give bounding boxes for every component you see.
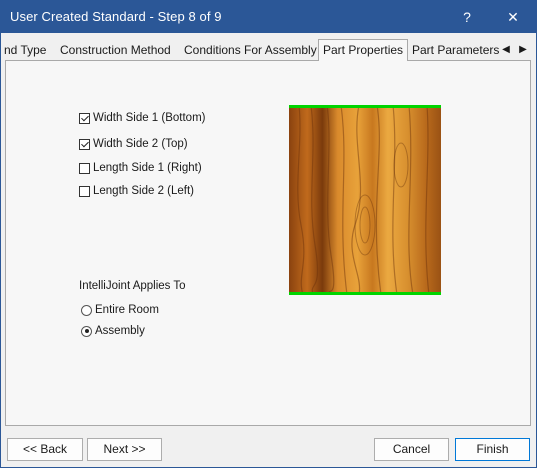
close-button[interactable]: ✕ (490, 1, 536, 33)
radio-circle[interactable] (81, 304, 92, 316)
radio-assembly[interactable]: Assembly (81, 323, 145, 339)
edge-highlight-top (289, 105, 441, 108)
tab-strip: nd Type Construction Method Conditions F… (0, 39, 536, 61)
checkbox-label: Width Side 1 (Bottom) (93, 112, 206, 124)
checkbox-box[interactable] (79, 162, 90, 174)
next-button[interactable]: Next >> (87, 438, 162, 461)
radio-entire-room[interactable]: Entire Room (81, 302, 159, 318)
checkbox-box[interactable] (79, 185, 90, 197)
checkbox-box[interactable] (79, 112, 90, 124)
tab-part-parameters[interactable]: Part Parameters (408, 41, 503, 60)
tab-end-type[interactable]: nd Type (0, 41, 50, 60)
part-preview (289, 105, 441, 295)
tab-scroll-right-icon[interactable]: ▶ (515, 41, 531, 58)
checkbox-label: Length Side 1 (Right) (93, 162, 202, 174)
checkbox-box[interactable] (79, 138, 90, 150)
edge-checkbox-width-bottom[interactable]: Width Side 1 (Bottom) (79, 110, 205, 126)
intellijoint-label: IntelliJoint Applies To (79, 280, 186, 292)
help-button[interactable]: ? (444, 1, 490, 33)
tab-construction-method[interactable]: Construction Method (56, 41, 175, 60)
cancel-button[interactable]: Cancel (374, 438, 449, 461)
title-bar: User Created Standard - Step 8 of 9 ? ✕ (1, 1, 536, 33)
radio-label: Assembly (95, 325, 145, 337)
edge-checkbox-length-right[interactable]: Length Side 1 (Right) (79, 160, 202, 176)
tab-scroll-left-icon[interactable]: ◀ (498, 41, 514, 58)
window-title: User Created Standard - Step 8 of 9 (10, 9, 222, 24)
checkbox-label: Length Side 2 (Left) (93, 185, 195, 197)
edge-checkbox-length-left[interactable]: Length Side 2 (Left) (79, 183, 194, 199)
radio-label: Entire Room (95, 304, 159, 316)
checkbox-label: Width Side 2 (Top) (93, 138, 188, 150)
back-button[interactable]: << Back (7, 438, 83, 461)
edge-highlight-bottom (289, 292, 441, 295)
radio-circle[interactable] (81, 325, 92, 337)
wizard-window: User Created Standard - Step 8 of 9 ? ✕ … (0, 0, 537, 468)
wood-grain-image (289, 105, 441, 295)
tab-conditions-for-assembly[interactable]: Conditions For Assembly (180, 41, 321, 60)
edge-checkbox-width-top[interactable]: Width Side 2 (Top) (79, 136, 188, 152)
tab-part-properties[interactable]: Part Properties (318, 39, 409, 61)
finish-button[interactable]: Finish (455, 438, 530, 461)
